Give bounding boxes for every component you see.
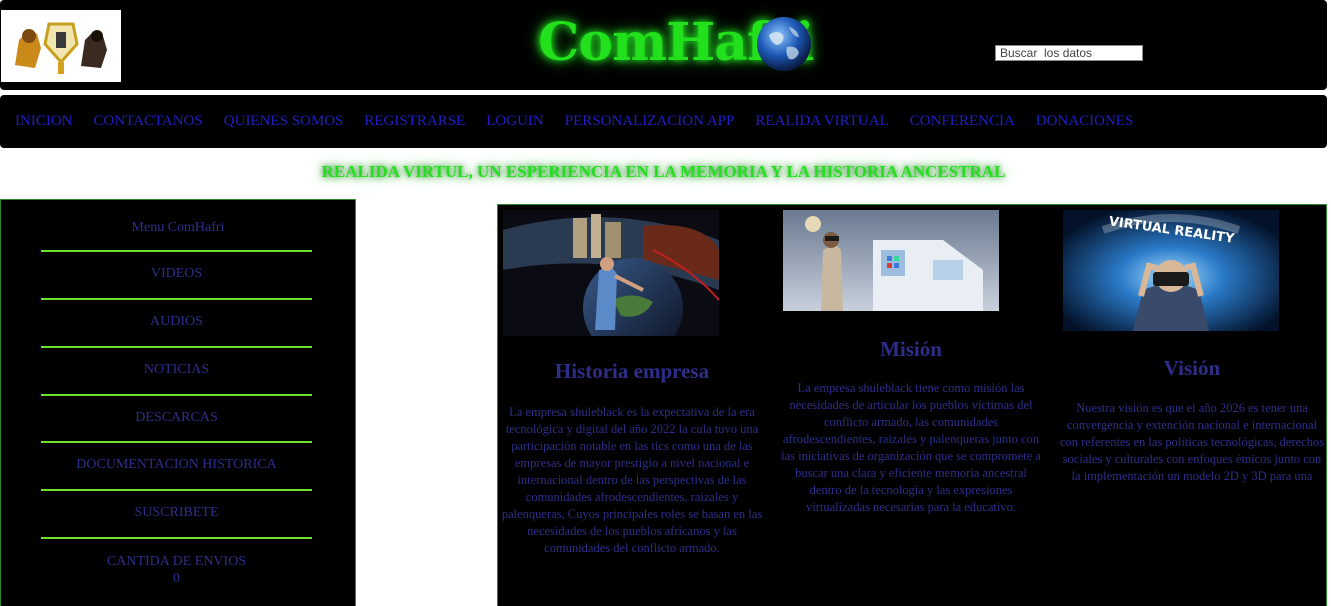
site-header: ComHafri (0, 0, 1327, 90)
sidebar-item-audios[interactable]: AUDIOS (41, 298, 312, 330)
mision-image (783, 210, 999, 311)
search-input[interactable] (995, 45, 1143, 61)
nav-item-loguin[interactable]: LOGUIN (486, 113, 544, 130)
sidebar-menu: Menu ComHafri VIDEOS AUDIOS NOTICIAS DES… (0, 199, 356, 606)
main-nav: INICION CONTACTANOS QUIENES SOMOS REGIST… (0, 95, 1327, 148)
brand-title: ComHafri (538, 6, 814, 78)
card-vision: Visión Nuestra visión es que el año 2026… (1058, 356, 1326, 485)
historia-image (503, 210, 719, 336)
nav-item-quienes-somos[interactable]: QUIENES SOMOS (224, 113, 344, 130)
card-mision: Misión La empresa shuleblack tiene como … (778, 337, 1044, 516)
site-logo[interactable] (1, 10, 121, 82)
sidebar-item-descarcas[interactable]: DESCARCAS (41, 394, 312, 426)
card-text-mision: La empresa shuleblack tiene como misión … (781, 381, 1041, 514)
card-title-historia: Historia empresa (554, 359, 710, 383)
nav-item-realida-virtual[interactable]: REALIDA VIRTUAL (755, 113, 888, 130)
sidebar-item-documentacion-historica[interactable]: DOCUMENTACION HISTORICA (41, 441, 312, 473)
card-text-vision: Nuestra visión es que el año 2026 es ten… (1059, 401, 1325, 483)
sidebar-item-cantida-de-envios[interactable]: CANTIDA DE ENVIOS 0 (41, 537, 312, 587)
sidebar-item-videos[interactable]: VIDEOS (41, 250, 312, 282)
nav-item-inicion[interactable]: INICION (15, 113, 73, 130)
card-title-vision: Visión (1163, 356, 1221, 380)
sidebar-item-noticias[interactable]: NOTICIAS (41, 346, 312, 378)
nav-item-contactanos[interactable]: CONTACTANOS (94, 113, 203, 130)
sidebar-title: Menu ComHafri (131, 220, 225, 235)
card-historia: Historia empresa La empresa shuleblack e… (498, 359, 766, 557)
nav-item-personalizacion-app[interactable]: PERSONALIZACION APP (565, 113, 735, 130)
globe-icon (757, 17, 812, 71)
card-title-mision: Misión (880, 337, 942, 361)
content-panel: VIRTUAL REALITY Historia empresa La empr… (497, 204, 1327, 606)
sidebar-item-suscribete[interactable]: SUSCRIBETE (41, 489, 312, 521)
envios-count: 0 (173, 571, 180, 586)
card-text-historia: La empresa shuleblack es la expectativa … (501, 405, 763, 555)
sidebar-item-label: CANTIDA DE ENVIOS (106, 554, 247, 569)
nav-item-registrarse[interactable]: REGISTRARSE (364, 113, 465, 130)
nav-item-conferencia[interactable]: CONFERENCIA (910, 113, 1015, 130)
page-headline: REALIDA VIRTUL, UN ESPERIENCIA EN LA MEM… (321, 162, 1006, 181)
vision-image: VIRTUAL REALITY (1063, 210, 1279, 331)
nav-item-donaciones[interactable]: DONACIONES (1036, 113, 1134, 130)
